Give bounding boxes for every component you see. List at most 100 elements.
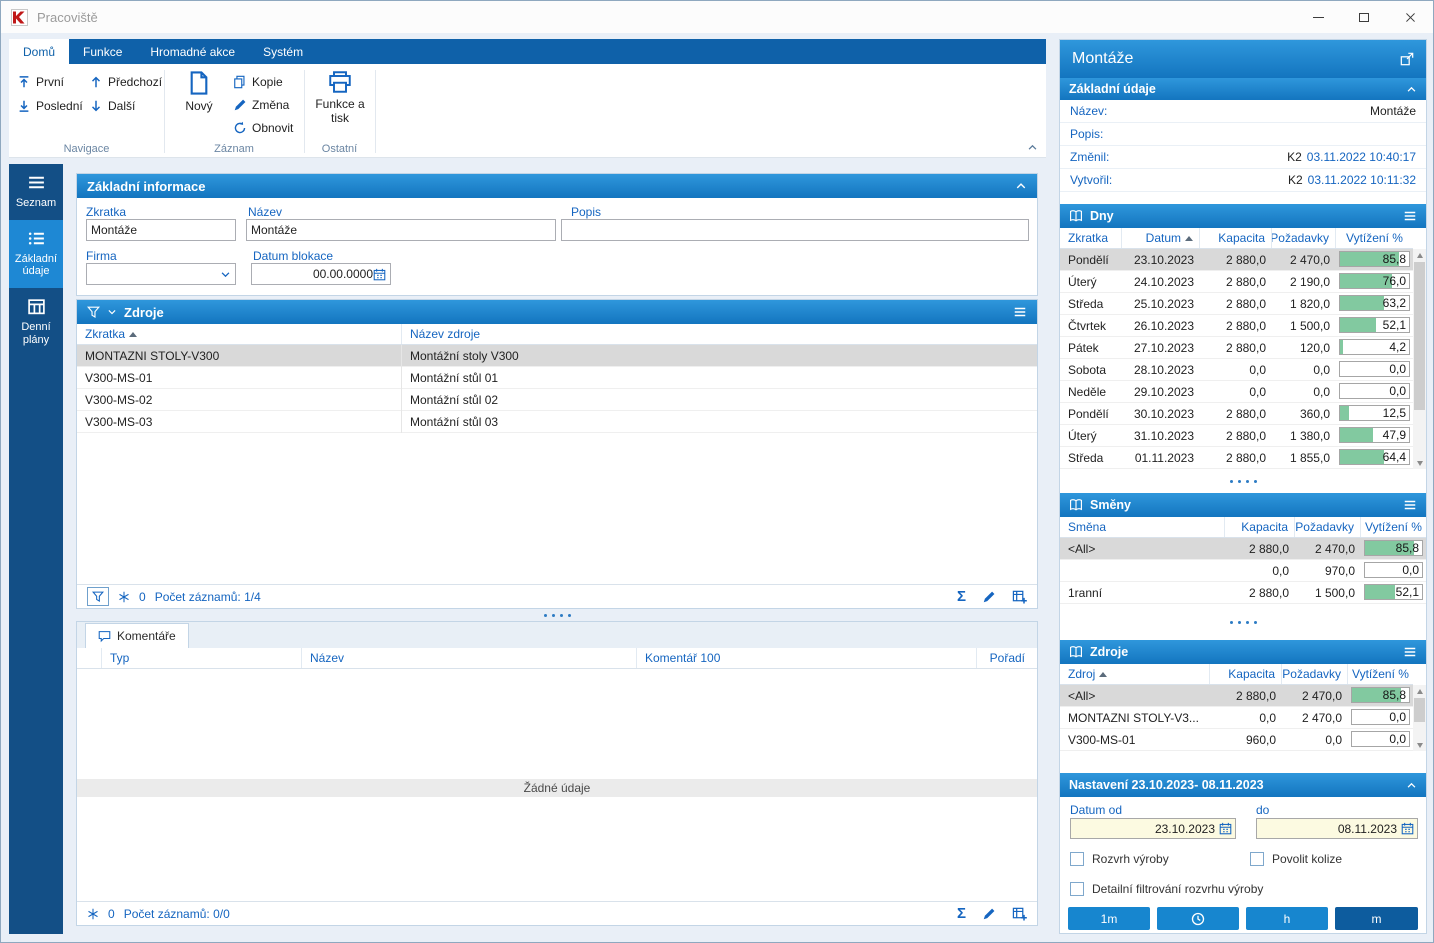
column-header[interactable]: Typ xyxy=(102,648,302,668)
popis-input[interactable] xyxy=(566,223,1024,237)
table-row[interactable]: 0,0970,00,0 xyxy=(1060,560,1426,582)
column-header[interactable]: Vytížení % xyxy=(1361,517,1426,537)
table-row[interactable]: Pondělí30.10.20232 880,0360,012,5 xyxy=(1060,403,1413,425)
table-row[interactable]: V300-MS-03Montážní stůl 03 xyxy=(77,411,1037,433)
table-row[interactable]: Pátek27.10.20232 880,0120,04,2 xyxy=(1060,337,1413,359)
smeny-section-header[interactable]: Směny xyxy=(1060,493,1426,517)
firma-input[interactable] xyxy=(91,267,220,281)
column-header[interactable]: Požadavky xyxy=(1295,517,1361,537)
vertical-scrollbar[interactable] xyxy=(1413,685,1426,751)
dny-section-header[interactable]: Dny xyxy=(1060,204,1426,228)
date-to-field[interactable] xyxy=(1256,818,1418,839)
menu-icon[interactable] xyxy=(1013,305,1027,319)
zkratka-field[interactable] xyxy=(86,219,236,241)
column-header[interactable]: Název xyxy=(302,648,637,668)
ribbon-collapse-button[interactable] xyxy=(1027,140,1038,154)
sidebar-item-seznam[interactable]: Seznam xyxy=(9,164,63,220)
column-header[interactable]: Pořadí xyxy=(977,648,1037,668)
freeze-snowflake-icon[interactable] xyxy=(118,591,130,603)
splitter-handle[interactable] xyxy=(76,610,1038,621)
table-row[interactable]: <All>2 880,02 470,085,8 xyxy=(1060,538,1426,560)
minimize-button[interactable] xyxy=(1295,1,1341,33)
close-button[interactable] xyxy=(1387,1,1433,33)
popis-field[interactable] xyxy=(561,219,1029,241)
splitter-handle[interactable] xyxy=(1060,604,1426,640)
open-external-icon[interactable] xyxy=(1400,52,1414,66)
table-row[interactable]: Úterý24.10.20232 880,02 190,076,0 xyxy=(1060,271,1413,293)
last-button[interactable]: Poslední xyxy=(17,96,83,116)
copy-button[interactable]: Kopie xyxy=(233,72,283,92)
tab-system[interactable]: Systém xyxy=(249,39,317,64)
column-header[interactable]: Název zdroje xyxy=(402,324,1037,344)
table-row[interactable]: Středa25.10.20232 880,01 820,063,2 xyxy=(1060,293,1413,315)
interval-1m-button[interactable]: 1m xyxy=(1068,907,1150,930)
column-header[interactable]: Kapacita xyxy=(1225,517,1295,537)
date-from-input[interactable] xyxy=(1075,822,1215,836)
table-row[interactable]: V300-MS-01Montážní stůl 01 xyxy=(77,367,1037,389)
column-header[interactable]: Vytížení % xyxy=(1348,664,1413,684)
date-from-field[interactable] xyxy=(1070,818,1236,839)
table-row[interactable]: Úterý31.10.20232 880,01 380,047,9 xyxy=(1060,425,1413,447)
table-row[interactable]: Čtvrtek26.10.20232 880,01 500,052,1 xyxy=(1060,315,1413,337)
scrollbar-thumb[interactable] xyxy=(1414,262,1425,410)
sum-button[interactable]: Σ xyxy=(957,905,966,922)
filter-toggle-button[interactable] xyxy=(87,587,109,606)
menu-icon[interactable] xyxy=(1403,498,1417,512)
scroll-down-arrow[interactable] xyxy=(1413,739,1426,751)
refresh-button[interactable]: Obnovit xyxy=(233,118,293,138)
sidebar-item-zakladni-udaje[interactable]: Základní údaje xyxy=(9,220,63,288)
table-row[interactable]: <All>2 880,02 470,085,8 xyxy=(1060,685,1413,707)
checkbox-rozvrh-vyroby[interactable]: Rozvrh výroby xyxy=(1070,852,1169,866)
splitter-handle[interactable] xyxy=(1060,469,1426,493)
table-edit-icon[interactable] xyxy=(1012,589,1027,604)
change-button[interactable]: Změna xyxy=(233,95,289,115)
basic-info-header[interactable]: Základní informace xyxy=(77,174,1037,198)
table-row[interactable]: Pondělí23.10.20232 880,02 470,085,8 xyxy=(1060,249,1413,271)
column-header[interactable]: Zdroj xyxy=(1060,664,1210,684)
column-header[interactable]: Datum xyxy=(1122,228,1200,248)
scrollbar-thumb[interactable] xyxy=(1414,698,1425,722)
table-row[interactable]: V300-MS-02Montážní stůl 02 xyxy=(77,389,1037,411)
checkbox-detailni-filtrovani[interactable]: Detailní filtrování rozvrhu výroby xyxy=(1070,882,1263,896)
menu-icon[interactable] xyxy=(1403,209,1417,223)
table-row[interactable]: Neděle29.10.20230,00,00,0 xyxy=(1060,381,1413,403)
calendar-icon[interactable] xyxy=(373,268,386,281)
checkbox-box[interactable] xyxy=(1250,852,1264,866)
vertical-scrollbar[interactable] xyxy=(1413,249,1426,469)
column-header[interactable]: Kapacita xyxy=(1210,664,1282,684)
calendar-icon[interactable] xyxy=(1219,822,1232,835)
table-row[interactable]: Středa01.11.20232 880,01 855,064,4 xyxy=(1060,447,1413,469)
filter-icon[interactable] xyxy=(87,306,100,319)
zdroje-section-header[interactable]: Zdroje xyxy=(1060,640,1426,664)
sidebar-item-denni-plany[interactable]: Denní plány xyxy=(9,288,63,356)
edit-pencil-icon[interactable] xyxy=(982,907,996,921)
scroll-down-arrow[interactable] xyxy=(1413,457,1426,469)
interval-h-button[interactable]: h xyxy=(1246,907,1328,930)
table-row[interactable]: MONTAZNI STOLY-V300Montážní stoly V300 xyxy=(77,345,1037,367)
nazev-input[interactable] xyxy=(251,223,551,237)
chevron-down-icon[interactable] xyxy=(220,269,231,280)
checkbox-povolit-kolize[interactable]: Povolit kolize xyxy=(1250,852,1342,866)
first-button[interactable]: První xyxy=(17,72,64,92)
column-header[interactable]: Komentář 100 xyxy=(637,648,977,668)
new-button[interactable]: Nový xyxy=(175,70,223,113)
table-row[interactable]: MONTAZNI STOLY-V3...0,02 470,00,0 xyxy=(1060,707,1413,729)
checkbox-box[interactable] xyxy=(1070,882,1084,896)
freeze-snowflake-icon[interactable] xyxy=(87,908,99,920)
column-header[interactable]: Zkratka xyxy=(77,324,402,344)
datum-blokace-field[interactable] xyxy=(251,263,391,285)
function-print-button[interactable]: Funkce a tisk xyxy=(311,70,369,125)
table-row[interactable]: 1ranní2 880,01 500,052,1 xyxy=(1060,582,1426,604)
nastaveni-section-header[interactable]: Nastavení 23.10.2023- 08.11.2023 xyxy=(1060,773,1426,797)
tab-domu[interactable]: Domů xyxy=(9,39,69,64)
next-button[interactable]: Další xyxy=(89,96,135,116)
interval-clock-button[interactable] xyxy=(1157,907,1239,930)
column-header[interactable]: Vytížení % xyxy=(1336,228,1413,248)
scroll-up-arrow[interactable] xyxy=(1413,249,1426,261)
date-to-input[interactable] xyxy=(1261,822,1397,836)
checkbox-box[interactable] xyxy=(1070,852,1084,866)
tab-komentare[interactable]: Komentáře xyxy=(85,623,189,648)
table-row[interactable]: V300-MS-01960,00,00,0 xyxy=(1060,729,1413,751)
tab-funkce[interactable]: Funkce xyxy=(69,39,136,64)
nazev-field[interactable] xyxy=(246,219,556,241)
